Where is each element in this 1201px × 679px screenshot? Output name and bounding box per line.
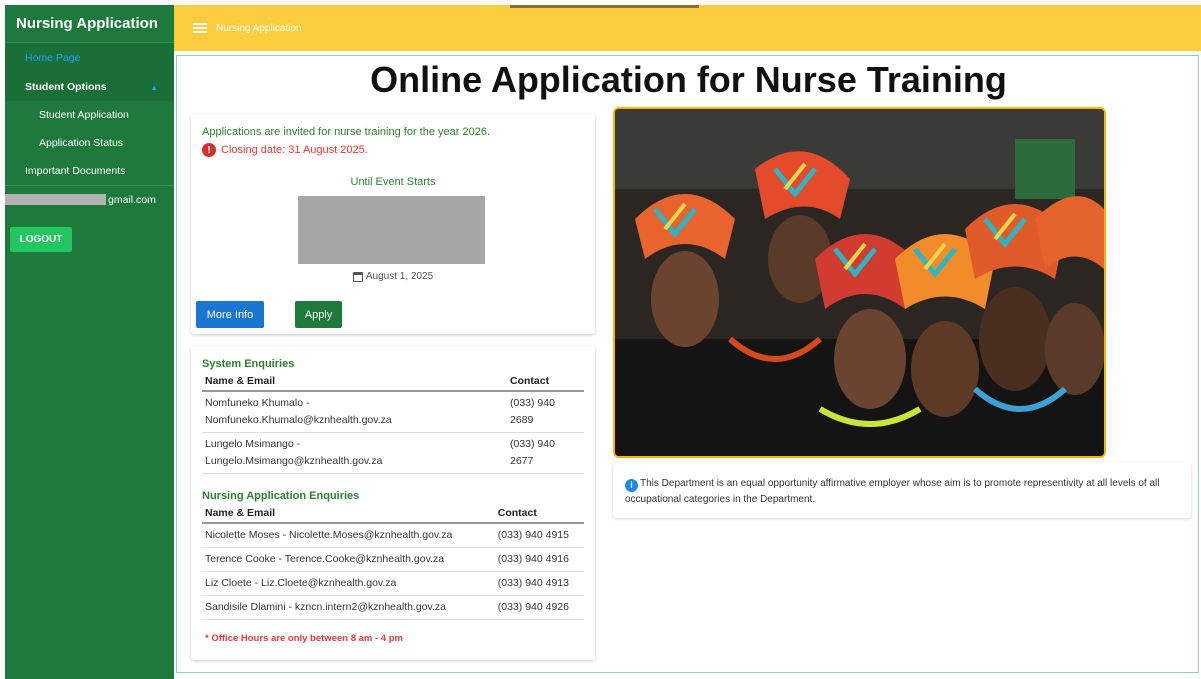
top-strip bbox=[510, 5, 699, 8]
enquiries-card: System Enquiries Name & Email Contact No… bbox=[191, 346, 595, 660]
name-email-cell: Liz Cloete - Liz.Cloete@kznhealth.gov.za bbox=[202, 571, 495, 596]
sidebar-item-important-documents[interactable]: Important Documents bbox=[5, 157, 174, 186]
sidebar-item-label: Student Options bbox=[25, 81, 107, 93]
top-bar: Nursing Application bbox=[174, 5, 1201, 51]
table-row: Liz Cloete - Liz.Cloete@kznhealth.gov.za… bbox=[202, 571, 584, 596]
contact-cell: (033) 940 4913 bbox=[494, 571, 584, 596]
name-email-cell: Nomfuneko Khumalo - Nomfuneko.Khumalo@kz… bbox=[202, 391, 507, 433]
name-email-cell: Sandisile Dlamini - kzncn.intern2@kznhea… bbox=[202, 595, 495, 620]
invite-text: Applications are invited for nurse train… bbox=[202, 126, 490, 138]
apply-button[interactable]: Apply bbox=[295, 301, 342, 328]
application-card: Applications are invited for nurse train… bbox=[191, 114, 595, 334]
main-content: Online Application for Nurse Training Ap… bbox=[176, 55, 1199, 673]
column-header: Name & Email bbox=[202, 504, 495, 524]
sidebar: Nursing Application Home Page Student Op… bbox=[5, 5, 174, 679]
brand-title[interactable]: Nursing Application bbox=[5, 5, 174, 43]
system-enquiries-title: System Enquiries bbox=[202, 358, 295, 370]
sidebar-item-student-application[interactable]: Student Application bbox=[5, 101, 174, 129]
hero-photo bbox=[613, 107, 1106, 458]
table-row: Nomfuneko Khumalo - Nomfuneko.Khumalo@kz… bbox=[202, 391, 584, 433]
until-event-label: Until Event Starts bbox=[350, 176, 436, 188]
event-date-text: August 1, 2025 bbox=[365, 271, 434, 282]
event-date: August 1, 2025 bbox=[191, 271, 595, 282]
column-header: Contact bbox=[494, 504, 584, 524]
more-info-button[interactable]: More Info bbox=[196, 301, 264, 328]
countdown-redacted bbox=[298, 196, 485, 264]
topbar-title: Nursing Application bbox=[216, 22, 302, 34]
closing-date: ! Closing date: 31 August 2025. bbox=[202, 143, 368, 157]
office-hours-note: * Office Hours are only between 8 am - 4… bbox=[205, 633, 403, 644]
sidebar-item-application-status[interactable]: Application Status bbox=[5, 129, 174, 157]
page-title: Online Application for Nurse Training bbox=[370, 59, 1007, 100]
nursing-enquiries-table: Name & Email Contact Nicolette Moses - N… bbox=[202, 504, 584, 620]
contact-cell: (033) 940 2689 bbox=[507, 391, 584, 433]
table-row: Sandisile Dlamini - kzncn.intern2@kznhea… bbox=[202, 595, 584, 620]
redacted-email-mask bbox=[5, 194, 106, 205]
closing-date-text: Closing date: 31 August 2025. bbox=[221, 144, 368, 156]
table-row: Lungelo Msimango - Lungelo.Msimango@kznh… bbox=[202, 432, 584, 474]
equal-opportunity-notice: i This Department is an equal opportunity… bbox=[613, 463, 1191, 518]
table-row: Terence Cooke - Terence.Cooke@kznhealth.… bbox=[202, 547, 584, 572]
sidebar-item-home[interactable]: Home Page bbox=[5, 43, 174, 73]
info-icon: i bbox=[625, 478, 638, 492]
system-enquiries-table: Name & Email Contact Nomfuneko Khumalo -… bbox=[202, 372, 584, 474]
contact-cell: (033) 940 2677 bbox=[507, 432, 584, 474]
table-row: Nicolette Moses - Nicolette.Moses@kznhea… bbox=[202, 523, 584, 548]
logout-button[interactable]: LOGOUT bbox=[10, 227, 72, 252]
contact-cell: (033) 940 4926 bbox=[494, 595, 584, 620]
name-email-cell: Terence Cooke - Terence.Cooke@kznhealth.… bbox=[202, 547, 495, 572]
contact-cell: (033) 940 4915 bbox=[494, 523, 584, 548]
calendar-icon bbox=[352, 271, 363, 282]
sidebar-item-student-options[interactable]: Student Options ▲ bbox=[5, 73, 174, 101]
user-email: gmail.com bbox=[5, 186, 174, 213]
nursing-enquiries-title: Nursing Application Enquiries bbox=[202, 490, 360, 502]
warning-icon: ! bbox=[202, 143, 216, 157]
user-email-suffix: gmail.com bbox=[108, 193, 156, 206]
name-email-cell: Lungelo Msimango - Lungelo.Msimango@kznh… bbox=[202, 432, 507, 474]
name-email-cell: Nicolette Moses - Nicolette.Moses@kznhea… bbox=[202, 523, 495, 548]
column-header: Contact bbox=[507, 372, 584, 392]
contact-cell: (033) 940 4916 bbox=[494, 547, 584, 572]
app-root: Nursing Application Home Page Student Op… bbox=[0, 0, 1201, 679]
chevron-up-icon: ▲ bbox=[150, 82, 158, 92]
choir-illustration bbox=[615, 109, 1104, 456]
hamburger-menu-icon[interactable] bbox=[193, 23, 207, 33]
column-header: Name & Email bbox=[202, 372, 507, 392]
notice-text: This Department is an equal opportunity … bbox=[625, 478, 1160, 505]
